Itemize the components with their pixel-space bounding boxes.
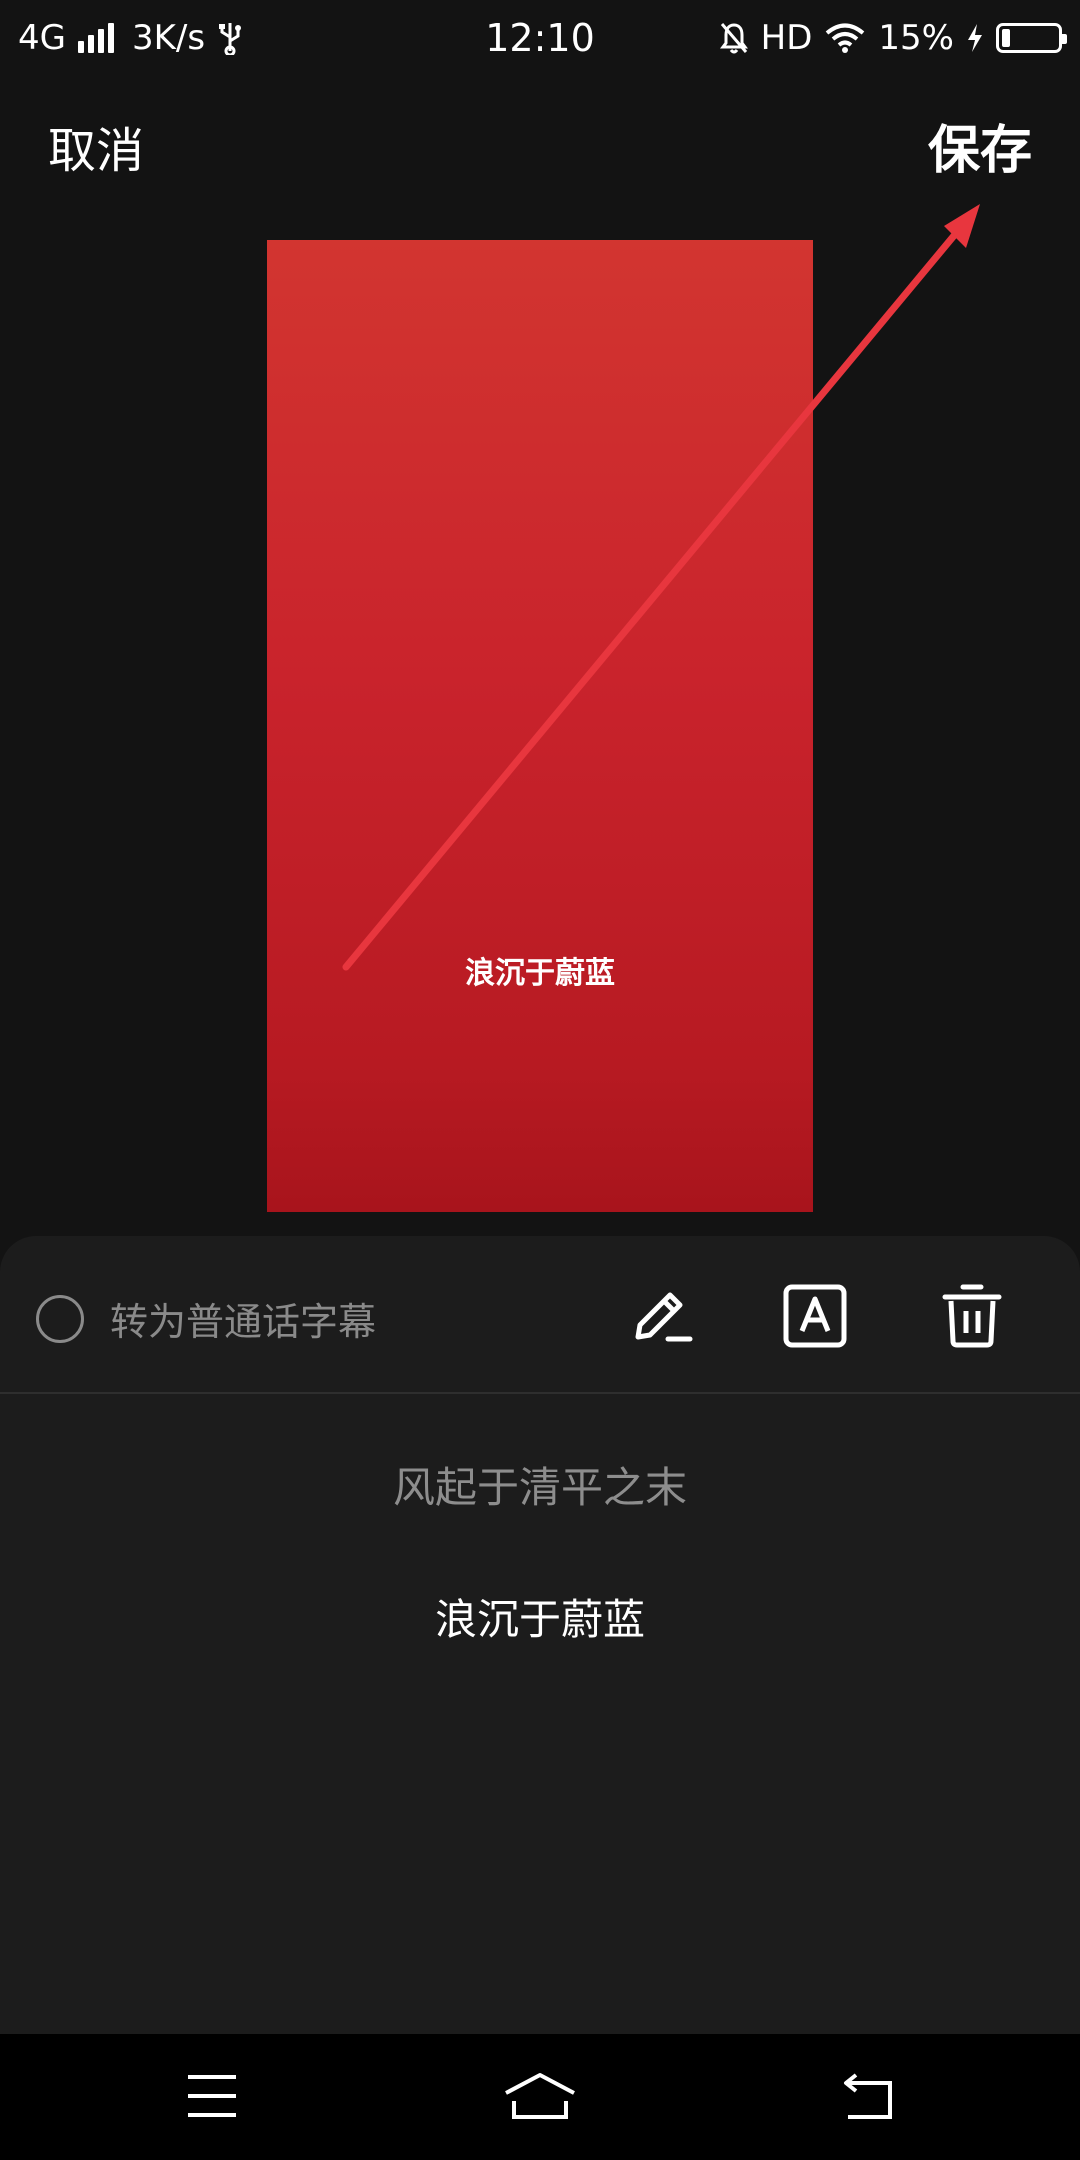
subtitle-toolbar: 转为普通话字幕 (0, 1236, 1080, 1394)
subtitle-editor-panel: 转为普通话字幕 风起于清平之末 浪沉于蔚蓝 (0, 1236, 1080, 2034)
mandarin-label: 转为普通话字幕 (110, 1300, 377, 1344)
subtitle-item-selected[interactable]: 浪沉于蔚蓝 (0, 1590, 1080, 1650)
trash-icon[interactable] (939, 1283, 1005, 1349)
status-right: HD 15% (719, 18, 1067, 58)
mandarin-toggle[interactable]: 转为普通话字幕 (36, 1291, 376, 1346)
battery-icon (996, 23, 1067, 53)
save-button[interactable]: 保存 (928, 106, 1032, 196)
battery-level (1002, 29, 1011, 47)
back-icon[interactable] (840, 2071, 896, 2121)
menu-icon[interactable] (184, 2071, 240, 2121)
charging-icon (968, 24, 982, 52)
subtitle-item[interactable]: 风起于清平之末 (0, 1458, 1080, 1518)
home-icon[interactable] (502, 2071, 578, 2121)
usb-icon (219, 23, 242, 55)
status-bar: 4G 3K/s 12:10 HD 15% (0, 0, 1080, 76)
system-nav-bar (0, 2034, 1080, 2160)
bell-off-icon (719, 23, 748, 54)
status-left: 4G 3K/s (18, 18, 243, 58)
battery-percent: 15% (878, 18, 954, 58)
cancel-button[interactable]: 取消 (48, 106, 144, 196)
font-style-icon[interactable] (782, 1283, 848, 1349)
preview-subtitle: 浪沉于蔚蓝 (465, 956, 615, 991)
header-bar: 取消 保存 (0, 106, 1080, 196)
subtitle-list: 风起于清平之末 浪沉于蔚蓝 (0, 1394, 1080, 1650)
edit-icon[interactable] (628, 1283, 694, 1349)
video-preview[interactable]: 浪沉于蔚蓝 (267, 240, 813, 1212)
hd-indicator: HD (760, 18, 813, 58)
radio-button[interactable] (36, 1294, 84, 1343)
signal-icon (77, 23, 114, 53)
network-type: 4G (18, 18, 66, 58)
network-speed: 3K/s (131, 18, 206, 58)
wifi-icon (826, 23, 865, 53)
